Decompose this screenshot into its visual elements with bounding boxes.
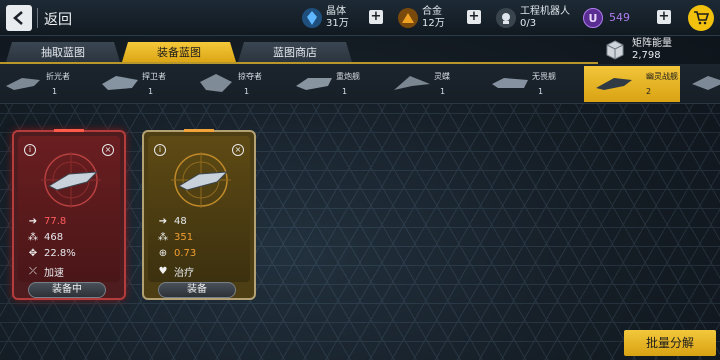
tab-blueprint-shop[interactable]: 蓝图商店 [238,42,352,62]
card-body: i × ➔ 77.8 ⁂ 468 ✥ 22.8% ⤫ 加速 [18,136,120,282]
ship-item[interactable]: 灵蝶 1 [388,66,484,102]
stat-speed: ➔ 77.8 [26,216,66,227]
stat-hp: ⁂ 351 [156,232,193,243]
resource-crystal: 晶体 31万 [302,4,349,32]
ship-item-selected[interactable]: 幽灵战舰 2 [584,66,680,102]
ship-icon [6,78,40,90]
ship-icon [102,76,138,90]
boost-icon: ⤫ [29,266,37,277]
ship-count: 1 [538,87,544,96]
resource-value: 31万 [326,18,349,29]
stat-value: 468 [44,232,64,243]
stat-accuracy: ⊕ 0.73 [156,248,196,259]
ship-name: 折光者 [46,72,70,81]
ship-name: 灵蝶 [434,72,450,81]
resource-name: 晶体 [326,6,346,17]
crosshair-icon: ⊕ [158,248,168,259]
ship-icon [296,78,332,90]
ship-icon [596,78,632,90]
ship-item[interactable]: 捍卫者 1 [96,66,192,102]
cluster-icon: ⁂ [158,232,168,243]
tab-draw-blueprint[interactable]: 抽取蓝图 [6,42,120,62]
chevron-left-icon [13,11,23,25]
ship-item[interactable]: 重炮舰 1 [290,66,386,102]
stat-skill: ⤫ 加速 [26,264,64,279]
add-alloy-button[interactable]: + [467,10,481,24]
resource-value: 0/3 [520,18,537,29]
stat-value: 77.8 [44,216,67,227]
bulk-dismantle-button[interactable]: 批量分解 [624,330,716,356]
ship-item[interactable]: 掠夺者 1 [192,66,288,102]
ship-item[interactable]: 折光者 1 [0,66,96,102]
tab-equip-blueprint[interactable]: 装备蓝图 [122,42,236,62]
ship-count: 1 [342,87,348,96]
resource-alloy: 合金 12万 [398,4,445,32]
alloy-icon [398,8,418,28]
ship-icon [200,74,232,92]
matrix-energy-label: 矩阵能量 [632,38,672,49]
missile-icon: ✥ [28,248,38,259]
matrix-energy-value: 2,798 [632,50,661,61]
back-button[interactable] [6,5,32,31]
cluster-icon: ⁂ [28,232,38,243]
ship-name: 掠夺者 [238,72,262,81]
matrix-energy: 矩阵能量 2,798 [604,38,672,62]
card-body: i × ➔ 48 ⁂ 351 ⊕ 0.73 ♥ 治疗 [148,136,250,282]
ship-count: 1 [148,87,154,96]
cube-icon [606,40,624,60]
add-premium-button[interactable]: + [657,10,671,24]
arrow-icon: ➔ [28,216,38,227]
ship-name: 幽灵战舰 [646,72,678,81]
stat-value: 48 [174,216,187,227]
rarity-bar [54,129,84,132]
stat-value: 351 [174,232,194,243]
blueprint-card[interactable]: i × ➔ 48 ⁂ 351 ⊕ 0.73 ♥ 治疗 装备 [142,129,256,300]
ship-selector: 折光者 1 捍卫者 1 掠夺者 1 重炮舰 1 灵蝶 1 无畏舰 1 幽灵战舰 … [0,64,720,104]
ship-icon [394,76,430,90]
robot-icon [496,8,516,28]
resource-name: 工程机器人 [520,6,570,17]
ship-icon [492,78,528,88]
stat-skill: ♥ 治疗 [156,264,194,279]
cart-icon [694,11,709,25]
stat-value: 0.73 [174,248,197,259]
u-coin-icon: U [583,8,603,28]
top-bar: 返回 晶体 31万 + 合金 12万 + 工程机器人 0/3 U 549 + [0,0,720,36]
divider [37,8,38,28]
ship-emblem-icon [171,152,231,208]
blueprint-card-equipped[interactable]: i × ➔ 77.8 ⁂ 468 ✥ 22.8% ⤫ 加速 装备中 [12,129,126,300]
resource-robot: 工程机器人 0/3 [496,4,570,32]
stat-value: 加速 [44,268,64,279]
ship-name: 重炮舰 [336,72,360,81]
equip-button[interactable]: 装备 [158,282,236,298]
rarity-bar [184,129,214,132]
resource-name: 合金 [422,6,442,17]
stat-value: 治疗 [174,268,194,279]
ship-item[interactable]: 无畏舰 1 [486,66,582,102]
crystal-icon [302,8,322,28]
ship-item-partial[interactable] [684,66,720,102]
ship-emblem-icon [41,152,101,208]
ship-count: 2 [646,87,652,96]
ship-count: 1 [440,87,446,96]
stat-value: 22.8% [44,248,76,259]
heal-icon: ♥ [158,266,168,277]
cart-button[interactable] [688,5,714,31]
resource-value: 12万 [422,18,445,29]
ship-icon [692,76,720,90]
stat-hp: ⁂ 468 [26,232,63,243]
ship-name: 无畏舰 [532,72,556,81]
back-label: 返回 [44,12,72,28]
stat-crit: ✥ 22.8% [26,248,76,259]
equipped-button[interactable]: 装备中 [28,282,106,298]
stat-speed: ➔ 48 [156,216,187,227]
add-crystal-button[interactable]: + [369,10,383,24]
ship-count: 1 [52,87,58,96]
ship-name: 捍卫者 [142,72,166,81]
ship-count: 1 [244,87,250,96]
premium-value: 549 [609,11,630,24]
resource-premium: U 549 [583,4,630,32]
arrow-icon: ➔ [158,216,168,227]
